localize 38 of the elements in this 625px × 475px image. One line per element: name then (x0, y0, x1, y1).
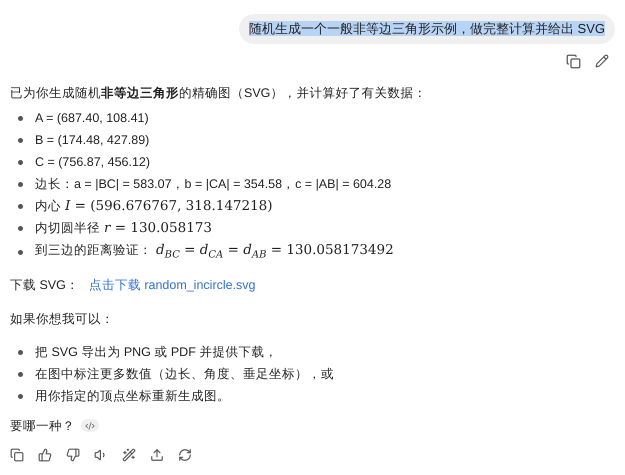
offer-text: 如果你想我可以： (10, 310, 115, 328)
bullet-icon (18, 138, 23, 143)
download-link[interactable]: 点击下载 random_incircle.svg (88, 278, 256, 292)
copy-icon[interactable] (566, 54, 581, 69)
fact-label: 到三边的距离验证： (35, 242, 152, 259)
bullet-icon (18, 182, 23, 187)
fact-text: B = (174.48, 427.89) (35, 132, 150, 149)
math-formula: I = (596.676767, 318.147218) (65, 197, 273, 216)
option-text: 把 SVG 导出为 PNG 或 PDF 并提供下载， (35, 344, 278, 361)
fact-label: 内切圆半径 (35, 220, 100, 237)
bullet-icon (18, 116, 23, 121)
option-text: 用你指定的顶点坐标重新生成图。 (35, 388, 230, 405)
fact-text: 边长：a = |BC| = 583.07，b = |CA| = 354.58，c = |AB| = 604.28 (35, 176, 392, 193)
refresh-icon[interactable] (178, 448, 192, 462)
math-formula: r = 130.058173 (104, 219, 212, 238)
bullet-icon (18, 372, 23, 377)
user-message: 随机生成一个一般非等边三角形示例，做完整计算并给出 SVG (248, 21, 605, 36)
option-text: 在图中标注更多数值（边长、角度、垂足坐标），或 (35, 366, 334, 383)
intro-text: 已为你生成随机非等边三角形的精确图（SVG），并计算好了有关数据： (10, 85, 428, 102)
edit-icon[interactable] (595, 54, 609, 68)
question-text: 要哪一种？ (10, 418, 75, 435)
fact-text: C = (756.87, 456.12) (35, 154, 150, 171)
bullet-icon (18, 204, 23, 209)
fact-label: 内心 (35, 198, 61, 215)
bullet-icon (18, 394, 23, 399)
share-icon[interactable] (150, 448, 164, 462)
copy-icon[interactable] (10, 448, 24, 462)
bullet-icon (18, 350, 23, 355)
download-label: 下载 SVG： (10, 278, 79, 292)
math-formula: d$_{BC}$ = d$_{CA}$ = d$_{AB}$ = 130.058173492 (156, 241, 394, 263)
fact-text: A = (687.40, 108.41) (35, 110, 149, 127)
thumbs-down-icon[interactable] (66, 448, 80, 462)
bullet-icon (18, 226, 23, 231)
bullet-icon (18, 250, 23, 256)
thumbs-up-icon[interactable] (38, 448, 52, 462)
bullet-icon (18, 160, 23, 165)
code-icon[interactable] (81, 419, 99, 432)
wand-icon[interactable] (122, 448, 136, 462)
